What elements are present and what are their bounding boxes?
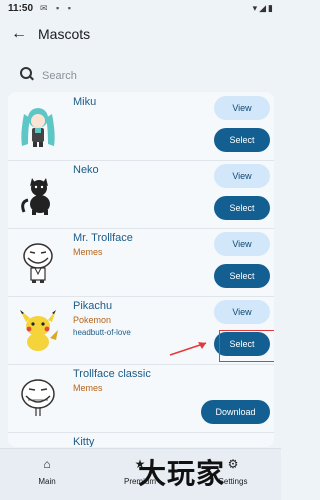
select-button[interactable]: Select — [214, 264, 270, 288]
view-button[interactable]: View — [214, 164, 270, 188]
home-icon: ⌂ — [43, 457, 51, 471]
list-item: Kitty — [8, 432, 274, 447]
notification-icons: ✉ ▪ ▪ — [40, 3, 74, 13]
status-bar: 11:50 ✉ ▪ ▪ ▾◢▮ — [0, 0, 281, 18]
list-item: Miku View Select — [8, 92, 274, 161]
mascot-name: Trollface classic — [73, 368, 151, 380]
mascot-category: Pokemon — [73, 315, 112, 325]
app-bar: ← Mascots — [0, 18, 281, 54]
mascot-name: Miku — [73, 96, 97, 108]
search-bar[interactable] — [10, 60, 272, 90]
mascot-name: Neko — [73, 164, 99, 176]
mascot-category: Memes — [73, 383, 103, 393]
mascot-name: Kitty — [73, 436, 95, 447]
mascot-name: Mr. Trollface — [73, 232, 133, 244]
status-time: 11:50 — [8, 3, 34, 14]
select-button[interactable]: Select — [214, 196, 270, 220]
red-pointer-arrow-icon — [169, 342, 207, 356]
page-title: Mascots — [38, 26, 91, 42]
mascot-subtitle: headbutt-of-love — [73, 328, 131, 337]
signal-battery-icons: ▾◢▮ — [252, 3, 275, 13]
download-button[interactable]: Download — [201, 400, 270, 424]
highlight-box — [219, 330, 274, 362]
pikachu-thumbnail — [20, 310, 58, 351]
search-icon — [20, 67, 34, 81]
mascot-category: Memes — [73, 247, 103, 257]
trollface-classic-thumbnail — [21, 379, 55, 416]
back-arrow-icon[interactable]: ← — [9, 24, 29, 44]
nav-label: Main — [38, 477, 56, 486]
nav-item-main[interactable]: ⌂ Main — [2, 457, 92, 497]
view-button[interactable]: View — [214, 300, 270, 324]
list-item: Neko View Select — [8, 160, 274, 229]
mascot-name: Pikachu — [73, 300, 113, 312]
view-button[interactable]: View — [214, 96, 270, 120]
view-button[interactable]: View — [214, 232, 270, 256]
mascot-list[interactable]: Miku View Select Neko View Select Mr. Tr… — [8, 92, 274, 447]
list-item: Trollface classic Memes Download — [8, 364, 274, 433]
watermark: 大玩家 — [138, 458, 226, 489]
miku-thumbnail — [21, 108, 55, 147]
select-button[interactable]: Select — [214, 128, 270, 152]
mr-trollface-thumbnail — [23, 243, 53, 283]
neko-thumbnail — [21, 178, 50, 215]
list-item: Mr. Trollface Memes View Select — [8, 228, 274, 297]
search-input[interactable] — [40, 65, 244, 87]
